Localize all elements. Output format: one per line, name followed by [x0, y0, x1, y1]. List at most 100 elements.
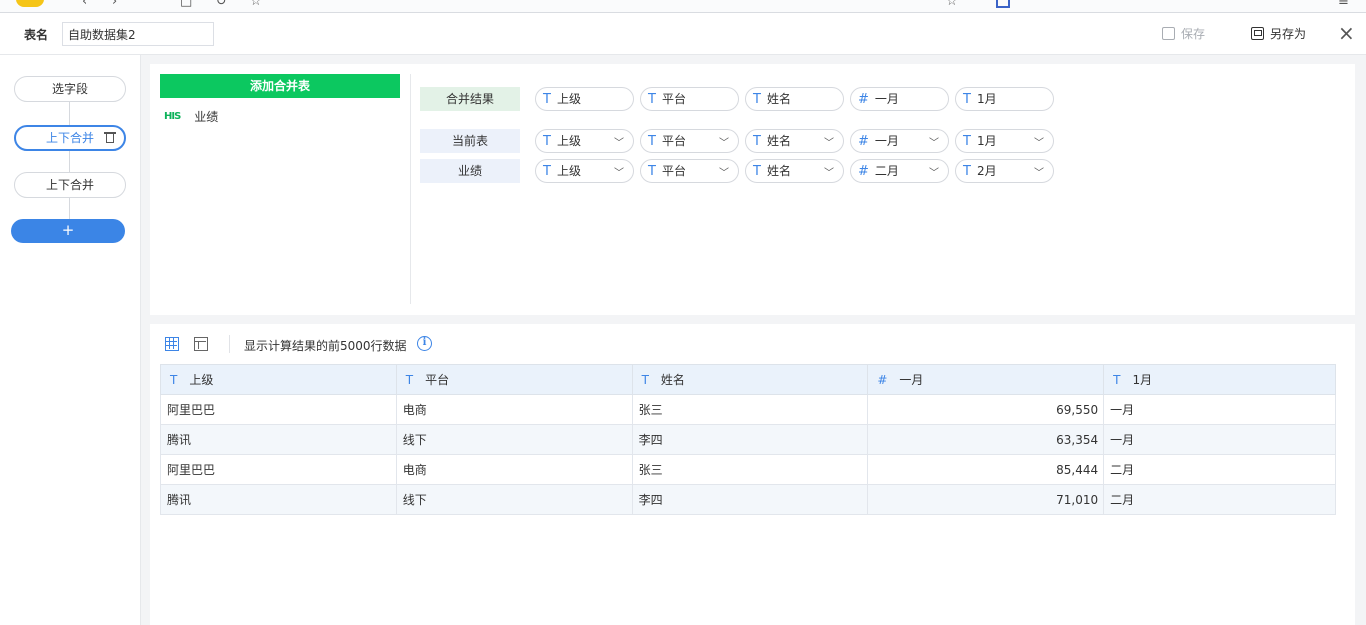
table-cell: 线下: [395, 424, 633, 455]
preview-table: T 上级 T 平台 T 姓名 # 一月 T 1月 阿里巴巴 电商 张三 69,550 一月…: [160, 364, 1336, 515]
chevron-down-icon: ﹀: [614, 138, 624, 149]
table-cell: 阿里巴巴: [160, 454, 397, 485]
performance-field-select[interactable]: # 二月 ﹀: [850, 159, 949, 183]
table-cell: 电商: [395, 454, 633, 485]
save-button[interactable]: 保存: [1162, 25, 1205, 42]
table-cell: 63,354: [867, 424, 1105, 455]
table-cell: 二月: [1103, 484, 1336, 515]
number-type-icon: #: [858, 164, 869, 179]
current-field-select[interactable]: T 姓名 ﹀: [745, 129, 844, 153]
step-connector: [69, 101, 70, 125]
close-icon[interactable]: ×: [1338, 22, 1355, 44]
text-type-icon: T: [753, 134, 761, 149]
divider: [229, 335, 230, 353]
star-icon[interactable]: ☆: [250, 0, 262, 9]
chevron-down-icon: ﹀: [929, 138, 939, 149]
text-type-icon: T: [641, 373, 649, 387]
table-cell: 张三: [631, 454, 869, 485]
result-field: T 姓名: [745, 87, 844, 111]
text-type-icon: T: [1113, 373, 1121, 387]
preview-panel: 显示计算结果的前5000行数据 i T 上级 T 平台 T 姓名 # 一月 T 1月 阿里…: [150, 324, 1355, 625]
current-field-select[interactable]: T 平台 ﹀: [640, 129, 739, 153]
table-cell: 张三: [631, 394, 869, 425]
performance-field-select[interactable]: T 平台 ﹀: [640, 159, 739, 183]
save-as-icon: [1251, 27, 1264, 40]
result-field: T 1月: [955, 87, 1054, 111]
menu-icon[interactable]: ≡: [1338, 0, 1349, 9]
current-field-select[interactable]: # 一月 ﹀: [850, 129, 949, 153]
current-field-select[interactable]: T 1月 ﹀: [955, 129, 1054, 153]
table-row: 腾讯 线下 李四 71,010 二月: [160, 484, 1336, 515]
text-type-icon: T: [543, 164, 551, 179]
forward-icon[interactable]: ›: [112, 0, 117, 9]
table-header-row: T 上级 T 平台 T 姓名 # 一月 T 1月: [160, 364, 1336, 395]
text-type-icon: T: [963, 164, 971, 179]
layout-view-icon[interactable]: [194, 337, 208, 351]
trash-icon[interactable]: [104, 131, 116, 144]
back-icon[interactable]: ‹: [82, 0, 87, 9]
top-header: 表名 保存 另存为 ×: [0, 13, 1366, 55]
merge-table-name: 业绩: [194, 110, 219, 124]
table-cell: 一月: [1103, 394, 1336, 425]
save-as-button[interactable]: 另存为: [1251, 25, 1306, 42]
undo-icon[interactable]: ↺: [216, 0, 227, 9]
table-cell: 李四: [631, 484, 869, 515]
add-merge-table-button[interactable]: 添加合并表: [160, 74, 400, 98]
text-type-icon: T: [648, 92, 656, 107]
row-label-current: 当前表: [420, 129, 520, 153]
result-field: # 一月: [850, 87, 949, 111]
performance-field-select[interactable]: T 2月 ﹀: [955, 159, 1054, 183]
step-merge-active[interactable]: 上下合并: [14, 125, 126, 151]
table-cell: 69,550: [867, 394, 1105, 425]
text-type-icon: T: [543, 134, 551, 149]
column-header[interactable]: T 平台: [395, 364, 633, 395]
home-icon[interactable]: □: [180, 0, 192, 9]
table-row: 阿里巴巴 电商 张三 69,550 一月: [160, 394, 1336, 425]
table-cell: 71,010: [867, 484, 1105, 515]
chevron-down-icon: ﹀: [824, 138, 834, 149]
chevron-down-icon: ﹀: [719, 138, 729, 149]
step-merge-label: 上下合并: [46, 131, 95, 145]
column-header[interactable]: T 上级: [160, 364, 397, 395]
merge-config-panel: 添加合并表 HIS 业绩 合并结果 当前表 业绩 T 上级 T 平台 T 姓名 # 一月…: [150, 64, 1355, 315]
row-label-result: 合并结果: [420, 87, 520, 111]
bookmark-star-icon[interactable]: ☆: [946, 0, 958, 9]
text-type-icon: T: [753, 92, 761, 107]
merge-table-item[interactable]: HIS 业绩: [164, 108, 218, 125]
text-type-icon: T: [543, 92, 551, 107]
browser-toolbar: ‹ › □ ↺ ☆ ☆ ≡: [0, 0, 1366, 13]
number-type-icon: #: [858, 134, 869, 149]
text-type-icon: T: [963, 134, 971, 149]
table-row: 腾讯 线下 李四 63,354 一月: [160, 424, 1336, 455]
column-header[interactable]: T 姓名: [631, 364, 869, 395]
browser-logo: [16, 0, 44, 7]
column-header[interactable]: # 一月: [867, 364, 1105, 395]
step-connector: [69, 150, 70, 174]
table-cell: 李四: [631, 424, 869, 455]
save-icon: [1162, 27, 1175, 40]
table-cell: 二月: [1103, 454, 1336, 485]
column-header[interactable]: T 1月: [1103, 364, 1336, 395]
favicon-icon: [996, 0, 1010, 8]
current-field-select[interactable]: T 上级 ﹀: [535, 129, 634, 153]
chevron-down-icon: ﹀: [614, 168, 624, 179]
table-cell: 电商: [395, 394, 633, 425]
step-select-fields[interactable]: 选字段: [14, 76, 126, 102]
preview-hint: 显示计算结果的前5000行数据: [244, 339, 407, 353]
table-name-input[interactable]: [62, 22, 214, 46]
info-icon[interactable]: i: [417, 336, 432, 351]
add-step-button[interactable]: +: [11, 219, 125, 243]
table-cell: 85,444: [867, 454, 1105, 485]
table-cell: 腾讯: [160, 424, 397, 455]
table-name-label: 表名: [24, 28, 49, 42]
chevron-down-icon: ﹀: [719, 168, 729, 179]
chevron-down-icon: ﹀: [929, 168, 939, 179]
text-type-icon: T: [963, 92, 971, 107]
chevron-down-icon: ﹀: [1034, 168, 1044, 179]
table-cell: 阿里巴巴: [160, 394, 397, 425]
result-field: T 上级: [535, 87, 634, 111]
step-merge[interactable]: 上下合并: [14, 172, 126, 198]
grid-view-icon[interactable]: [165, 337, 179, 351]
performance-field-select[interactable]: T 上级 ﹀: [535, 159, 634, 183]
performance-field-select[interactable]: T 姓名 ﹀: [745, 159, 844, 183]
